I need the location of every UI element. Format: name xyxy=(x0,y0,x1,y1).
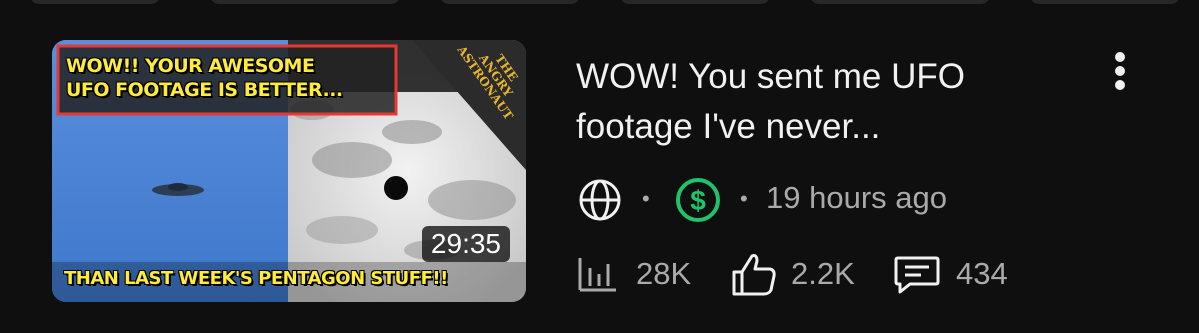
view-count: 28K xyxy=(636,256,692,291)
chip[interactable] xyxy=(1030,0,1180,4)
chip[interactable] xyxy=(210,0,400,4)
comment-count: 434 xyxy=(956,256,1008,291)
svg-text:$: $ xyxy=(690,185,706,216)
video-title[interactable]: WOW! You sent me UFO footage I've never.… xyxy=(576,52,1056,152)
published-time: 19 hours ago xyxy=(766,180,947,215)
chip[interactable] xyxy=(30,0,160,4)
thumbs-up-icon[interactable] xyxy=(730,250,780,298)
chip[interactable] xyxy=(810,0,990,4)
video-thumbnail[interactable]: WOW!! YOUR AWESOME UFO FOOTAGE IS BETTER… xyxy=(52,40,526,302)
comment-icon[interactable] xyxy=(892,252,942,298)
globe-icon xyxy=(579,179,621,221)
chip[interactable] xyxy=(620,0,770,4)
thumbnail-caption-top: WOW!! YOUR AWESOME UFO FOOTAGE IS BETTER… xyxy=(66,54,343,102)
separator-dot: • xyxy=(642,186,650,211)
like-count: 2.2K xyxy=(791,256,855,291)
caption-line: UFO FOOTAGE IS BETTER... xyxy=(66,79,343,101)
video-duration-badge: 29:35 xyxy=(421,226,510,262)
bar-chart-icon xyxy=(578,258,616,292)
more-vertical-icon-dot xyxy=(1115,80,1125,90)
dollar-circle-icon: $ xyxy=(676,178,720,222)
thumbnail-caption-bottom: THAN LAST WEEK'S PENTAGON STUFF!! xyxy=(64,268,448,289)
top-chip-bar xyxy=(0,0,1199,8)
more-vertical-icon-dot xyxy=(1115,66,1125,76)
chip[interactable] xyxy=(440,0,580,4)
more-vertical-icon xyxy=(1115,52,1125,62)
separator-dot: • xyxy=(740,186,748,211)
more-options-button[interactable] xyxy=(1103,50,1137,92)
caption-line: WOW!! YOUR AWESOME xyxy=(66,55,315,77)
